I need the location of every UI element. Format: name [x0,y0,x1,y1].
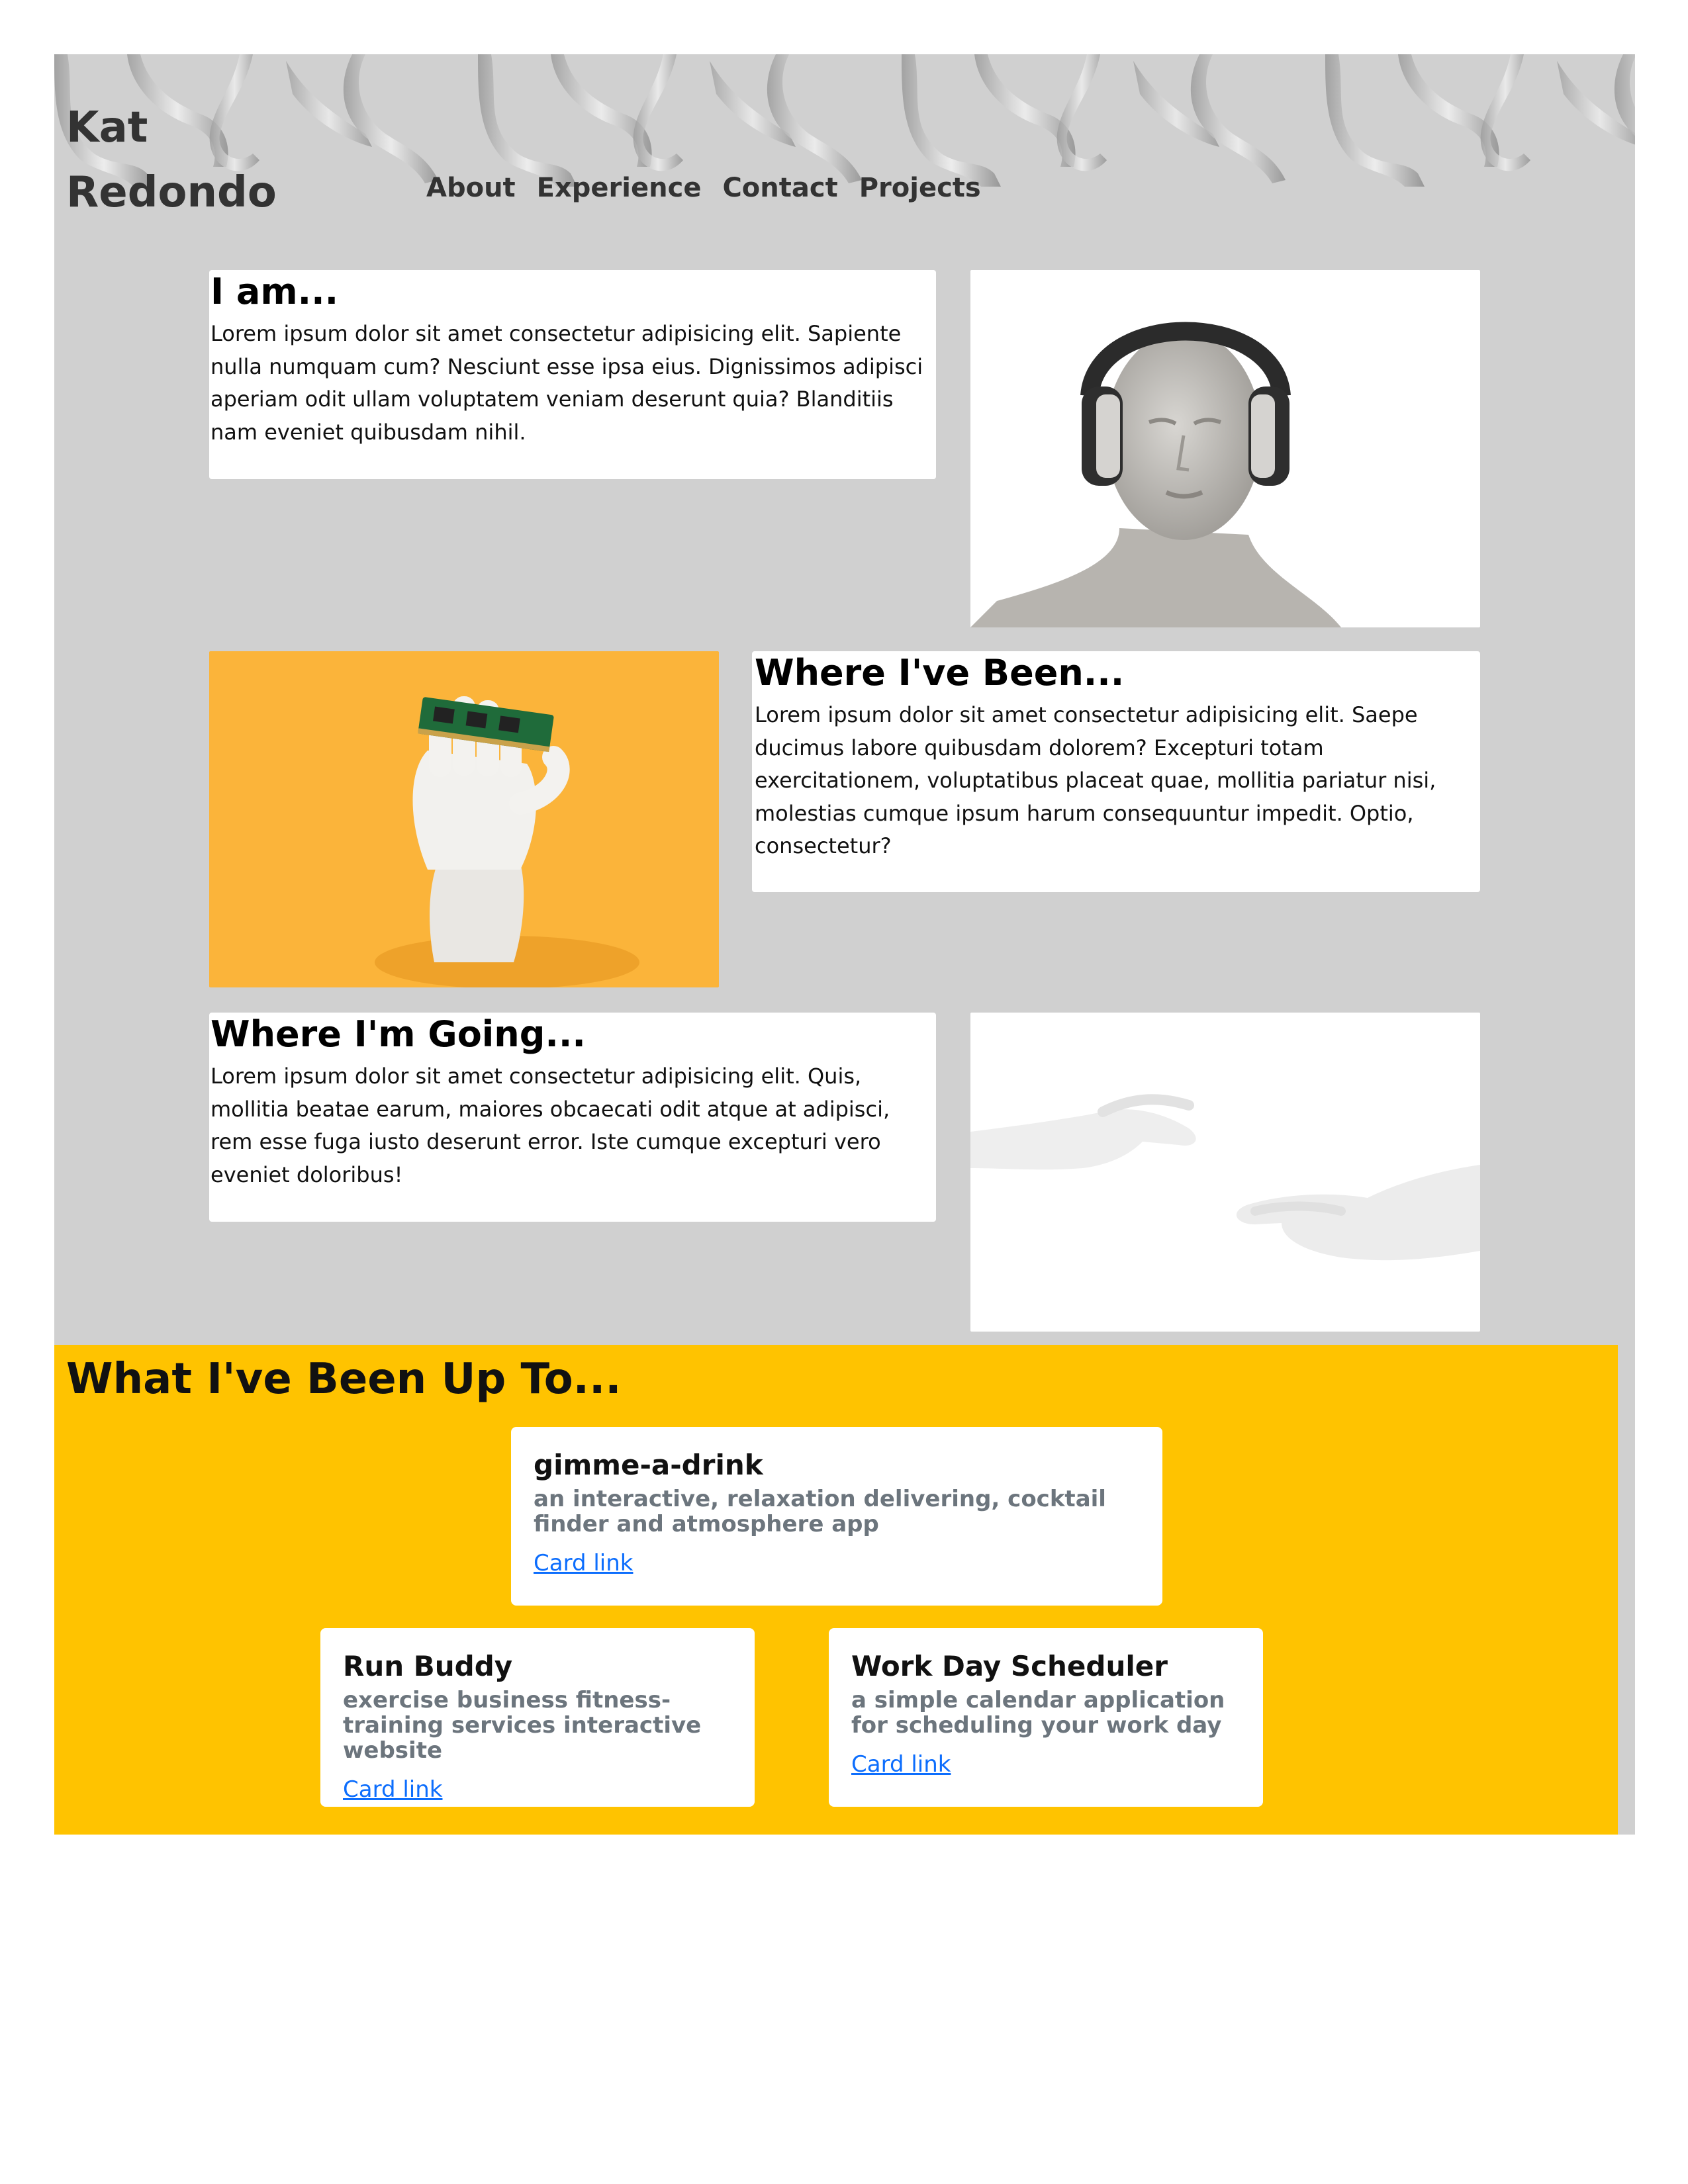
nav-link-about[interactable]: About [426,172,516,204]
projects-section: What I've Been Up To... gimme-a-drink an… [54,1345,1618,1835]
about-card: I am... Lorem ipsum dolor sit amet conse… [209,270,936,479]
mannequin-with-headphones-icon [970,270,1480,627]
page-container: Kat Redondo About Experience Contact Pro… [54,54,1635,1835]
project-subtitle: a simple calendar application for schedu… [851,1687,1225,1739]
mannequin-hand-holding-ram-chip-icon [209,651,719,987]
experience-card: Where I've Been... Lorem ipsum dolor sit… [752,651,1480,892]
experience-heading: Where I've Been... [755,652,1125,694]
project-title: Run Buddy [343,1650,513,1682]
project-title: gimme-a-drink [534,1449,763,1481]
nav-link-projects[interactable]: Projects [859,172,981,204]
project-card-link[interactable]: Card link [534,1550,633,1576]
projects-heading: What I've Been Up To... [66,1355,622,1404]
mannequin-hand-chip-photo [209,651,719,987]
project-card-gimme-a-drink: gimme-a-drink an interactive, relaxation… [511,1427,1162,1606]
future-body: Lorem ipsum dolor sit amet consectetur a… [211,1064,890,1187]
mannequin-hands-reaching-icon [970,1013,1480,1332]
project-card-run-buddy: Run Buddy exercise business fitness-trai… [320,1628,755,1807]
future-card: Where I'm Going... Lorem ipsum dolor sit… [209,1013,936,1222]
about-heading: I am... [211,271,339,312]
mannequin-headphones-photo [970,270,1480,627]
future-heading: Where I'm Going... [211,1013,586,1055]
nav-link-experience[interactable]: Experience [537,172,702,204]
experience-body: Lorem ipsum dolor sit amet consectetur a… [755,702,1436,858]
project-card-link[interactable]: Card link [851,1751,951,1778]
site-header: Kat Redondo About Experience Contact Pro… [54,54,1635,220]
project-subtitle: an interactive, relaxation delivering, c… [534,1486,1106,1537]
mannequin-hands-reaching-photo [970,1013,1480,1332]
main-nav: About Experience Contact Projects [426,172,981,204]
project-title: Work Day Scheduler [851,1650,1168,1682]
project-card-link[interactable]: Card link [343,1776,442,1803]
nav-link-contact[interactable]: Contact [722,172,837,204]
project-subtitle: exercise business fitness-training servi… [343,1687,702,1764]
project-card-work-day-scheduler: Work Day Scheduler a simple calendar app… [829,1628,1263,1807]
site-brand-name: Kat Redondo [66,103,277,217]
about-body: Lorem ipsum dolor sit amet consectetur a… [211,321,923,445]
